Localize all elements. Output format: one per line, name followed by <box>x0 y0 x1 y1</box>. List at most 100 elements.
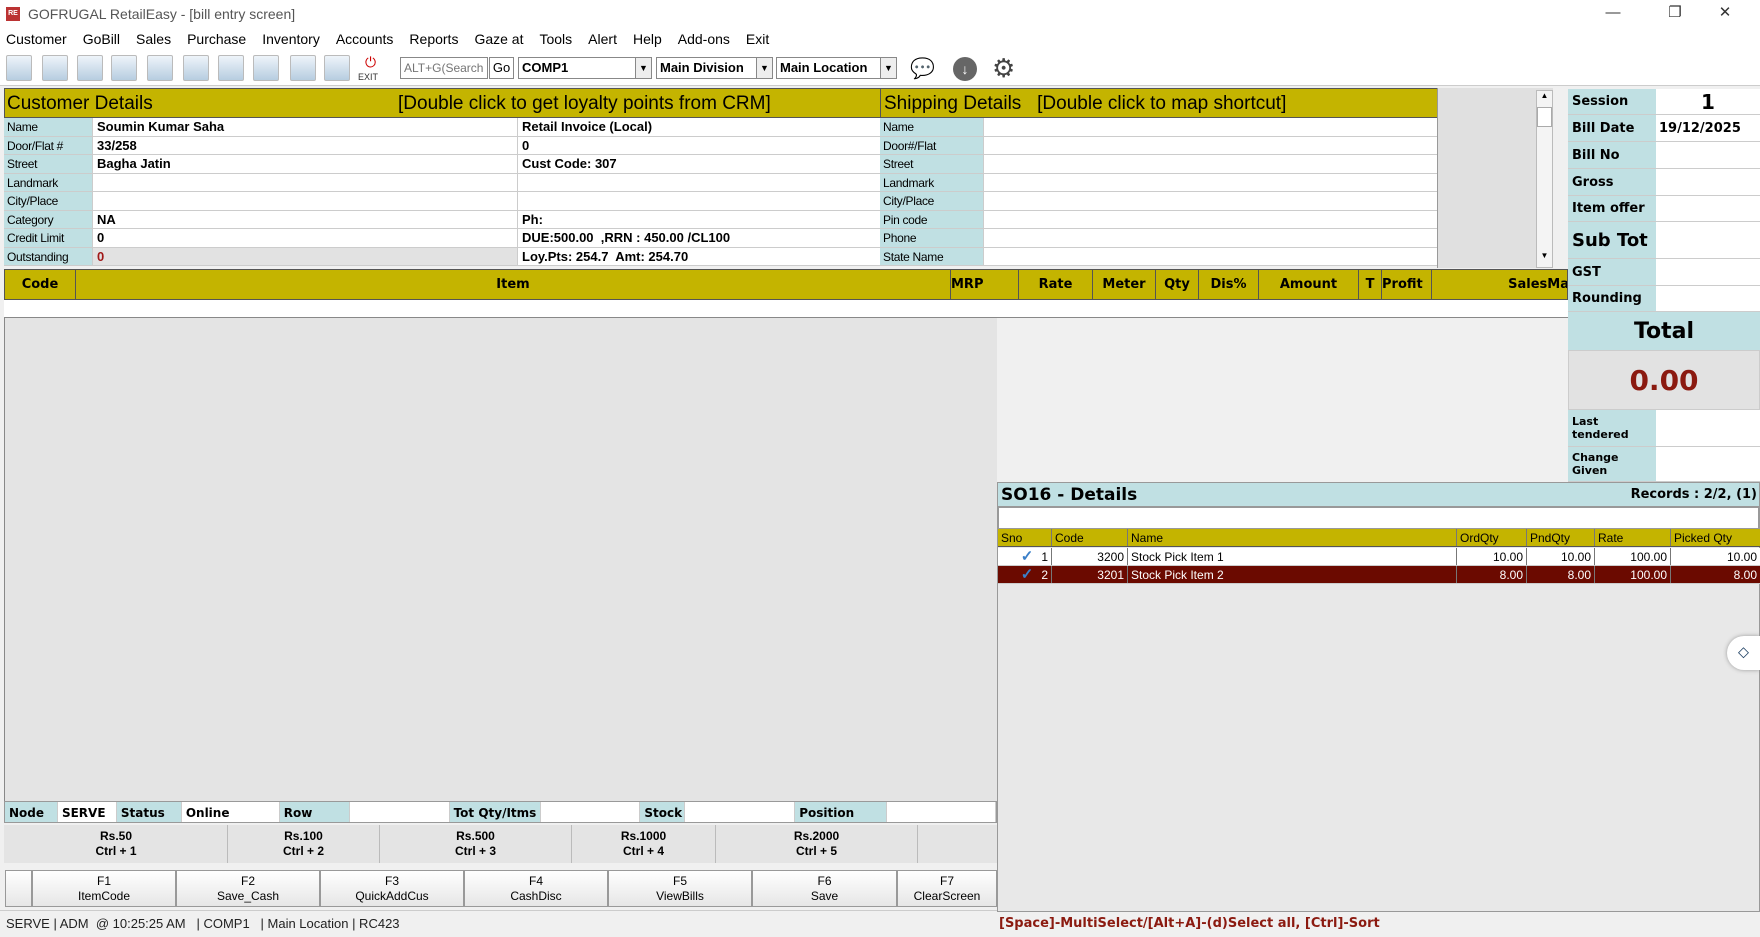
so-search-input[interactable] <box>998 507 1759 529</box>
customer-field-value[interactable]: Soumin Kumar Saha <box>92 118 517 137</box>
menu-exit[interactable]: Exit <box>746 31 769 47</box>
checkmark-icon[interactable]: ✓ <box>1021 548 1034 565</box>
column-header-qty[interactable]: Qty <box>1156 270 1199 299</box>
download-icon[interactable]: ↓ <box>953 57 977 81</box>
menu-inventory[interactable]: Inventory <box>262 31 320 47</box>
shipping-field-value[interactable] <box>983 118 1437 137</box>
denomination-button[interactable]: Rs.1000 Ctrl + 4 <box>572 825 716 863</box>
settings-gear-icon[interactable]: ⚙ <box>992 53 1015 84</box>
customer-field-value[interactable] <box>92 192 517 211</box>
shipping-details-header[interactable]: Shipping Details [Double click to map sh… <box>880 88 1438 118</box>
shipping-field-value[interactable] <box>983 173 1437 192</box>
customer-field-extra[interactable]: Loy.Pts: 254.7 Amt: 254.70 <box>517 247 881 266</box>
so-column-header[interactable]: OrdQty <box>1457 529 1527 546</box>
column-header-dis[interactable]: Dis% <box>1199 270 1259 299</box>
customer-field-extra[interactable] <box>517 173 881 192</box>
customer-details-header[interactable]: Customer Details [Double click to get lo… <box>4 88 881 118</box>
restore-button[interactable]: ❐ <box>1652 0 1698 28</box>
column-header-code[interactable]: Code <box>5 270 76 299</box>
bill-date-value[interactable]: 19/12/2025 <box>1656 115 1760 142</box>
column-header-rate[interactable]: Rate <box>1019 270 1093 299</box>
shipping-field-value[interactable] <box>983 247 1437 266</box>
fkey-viewbills-button[interactable]: F5 ViewBills <box>608 870 752 907</box>
column-header-profit[interactable]: Profit <box>1382 270 1432 299</box>
shipping-field-value[interactable] <box>983 136 1437 155</box>
item-grid-body[interactable] <box>4 318 997 801</box>
menu-reports[interactable]: Reports <box>409 31 458 47</box>
menu-gobill[interactable]: GoBill <box>83 31 120 47</box>
menu-gaze-at[interactable]: Gaze at <box>474 31 523 47</box>
column-header-salesma[interactable]: SalesMa <box>1432 270 1567 299</box>
customer-field-value[interactable]: 33/258 <box>92 136 517 155</box>
customer-field-extra[interactable]: Retail Invoice (Local) <box>517 118 881 137</box>
column-header-meter[interactable]: Meter <box>1093 270 1156 299</box>
scroll-thumb[interactable] <box>1537 107 1552 127</box>
customer-field-extra[interactable]: Ph: <box>517 210 881 229</box>
fkey-clearscreen-button[interactable]: F7 ClearScreen <box>897 870 997 907</box>
floating-assist-icon[interactable]: ⬦ <box>1727 636 1760 670</box>
item-grid-entry-row[interactable] <box>4 300 1568 318</box>
shipping-field-value[interactable] <box>983 210 1437 229</box>
go-button[interactable]: Go <box>489 57 514 79</box>
search-input[interactable] <box>400 57 488 79</box>
close-button[interactable]: ✕ <box>1702 0 1748 28</box>
so-column-header[interactable]: Code <box>1052 529 1128 546</box>
status-row[interactable] <box>349 802 450 822</box>
customer-field-value[interactable]: 0 <box>92 229 517 248</box>
so-table-row[interactable]: ✓ 2 3201 Stock Pick Item 2 8.00 8.00 100.00 8.0… <box>998 566 1760 584</box>
column-header-amount[interactable]: Amount <box>1259 270 1359 299</box>
customer-field-value[interactable] <box>92 173 517 192</box>
fkey-cashdisc-button[interactable]: F4 CashDisc <box>464 870 608 907</box>
status-tot[interactable] <box>541 802 641 822</box>
column-header-mrp[interactable]: MRP <box>951 270 1019 299</box>
denomination-button[interactable]: Rs.500 Ctrl + 3 <box>380 825 572 863</box>
checkmark-icon[interactable]: ✓ <box>1021 566 1034 583</box>
document-icon[interactable] <box>147 55 173 81</box>
so-column-header[interactable]: Picked Qty <box>1671 529 1760 546</box>
fkey-save-cash-button[interactable]: F2 Save_Cash <box>176 870 320 907</box>
menu-purchase[interactable]: Purchase <box>187 31 246 47</box>
denomination-button[interactable]: Rs.50 Ctrl + 1 <box>5 825 228 863</box>
division-select[interactable]: Main Division ▼ <box>656 57 773 79</box>
denomination-button[interactable]: Rs.2000 Ctrl + 5 <box>716 825 918 863</box>
menu-help[interactable]: Help <box>633 31 662 47</box>
customer-field-value[interactable]: 0 <box>92 247 517 266</box>
shipping-field-value[interactable] <box>983 155 1437 174</box>
purchase-cart-icon[interactable] <box>183 55 209 81</box>
customer-field-extra[interactable]: 0 <box>517 136 881 155</box>
customer-field-value[interactable]: Bagha Jatin <box>92 155 517 174</box>
fkey-itemcode-button[interactable]: F1 ItemCode <box>32 870 176 907</box>
chart-icon[interactable] <box>290 55 316 81</box>
menu-add-ons[interactable]: Add-ons <box>678 31 730 47</box>
scroll-up-icon[interactable]: ▲ <box>1537 91 1552 107</box>
minimize-button[interactable]: — <box>1590 0 1636 28</box>
shipping-field-value[interactable] <box>983 192 1437 211</box>
menu-alert[interactable]: Alert <box>588 31 617 47</box>
menu-sales[interactable]: Sales <box>136 31 171 47</box>
report-icon[interactable] <box>324 55 350 81</box>
sales-cart-icon[interactable] <box>42 55 68 81</box>
fkey-save-button[interactable]: F6 Save <box>752 870 897 907</box>
fkey-blank[interactable] <box>5 870 32 907</box>
customer-field-extra[interactable]: Cust Code: 307 <box>517 155 881 174</box>
denomination-button[interactable]: Rs.100 Ctrl + 2 <box>228 825 380 863</box>
so-column-header[interactable]: Name <box>1128 529 1457 546</box>
customer-field-extra[interactable] <box>517 192 881 211</box>
chat-icon[interactable]: 💬 <box>910 56 935 81</box>
so-column-header[interactable]: PndQty <box>1527 529 1595 546</box>
status-status[interactable]: Online <box>181 802 280 822</box>
location-select[interactable]: Main Location ▼ <box>776 57 897 79</box>
new-bill-icon[interactable] <box>6 55 32 81</box>
menu-accounts[interactable]: Accounts <box>336 31 394 47</box>
menu-customer[interactable]: Customer <box>6 31 67 47</box>
power-icon[interactable]: ⏻ <box>365 54 376 71</box>
so-table-row[interactable]: ✓ 1 3200 Stock Pick Item 1 10.00 10.00 100.00 1… <box>998 548 1760 566</box>
customer-field-extra[interactable]: DUE:500.00 ,RRN : 450.00 /CL100 <box>517 229 881 248</box>
print-icon[interactable] <box>77 55 103 81</box>
so-column-header[interactable]: Sno <box>998 529 1052 546</box>
scroll-down-icon[interactable]: ▼ <box>1537 251 1552 267</box>
shipping-scrollbar[interactable]: ▲ ▼ <box>1536 90 1553 268</box>
status-position[interactable] <box>887 802 997 822</box>
menu-tools[interactable]: Tools <box>539 31 572 47</box>
status-stock[interactable] <box>685 802 796 822</box>
